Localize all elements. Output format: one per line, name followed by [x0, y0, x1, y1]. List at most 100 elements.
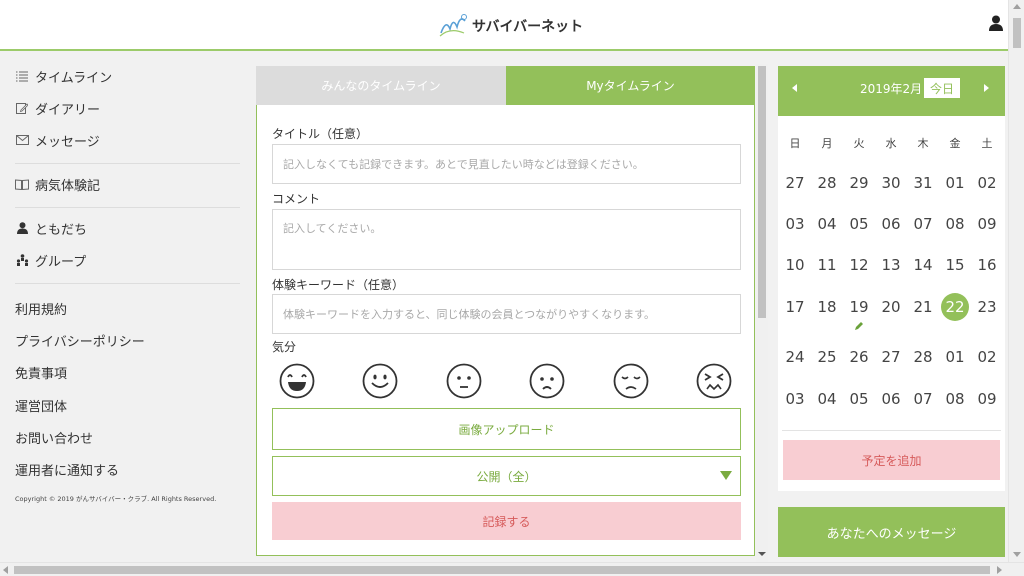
calendar-day[interactable]: 06	[875, 384, 907, 414]
calendar-day-number: 02	[977, 174, 997, 192]
scrollbar-thumb[interactable]	[758, 66, 766, 318]
page-horizontal-scrollbar[interactable]	[0, 562, 1024, 576]
distressed-face-icon[interactable]	[696, 363, 732, 399]
calendar-day[interactable]: 19	[843, 292, 875, 322]
calendar-day-number: 29	[849, 174, 869, 192]
site-logo[interactable]: サバイバーネット	[438, 12, 583, 40]
calendar-day[interactable]: 27	[875, 342, 907, 372]
scroll-right-arrow-icon[interactable]	[997, 566, 1002, 574]
messages-for-you-button[interactable]: あなたへのメッセージ	[778, 507, 1005, 557]
calendar-day-number: 30	[881, 174, 901, 192]
calendar-day[interactable]: 15	[939, 250, 971, 280]
calendar-day[interactable]: 07	[907, 209, 939, 239]
sad-face-icon[interactable]	[529, 363, 565, 399]
calendar-day[interactable]: 27	[779, 168, 811, 198]
calendar-day[interactable]: 13	[875, 250, 907, 280]
prev-month-icon[interactable]	[792, 84, 797, 92]
calendar-day[interactable]: 29	[843, 168, 875, 198]
page-vertical-scrollbar[interactable]	[1008, 0, 1024, 562]
calendar-day[interactable]: 09	[971, 209, 1003, 239]
submit-record-button[interactable]: 記録する	[272, 502, 741, 540]
calendar-day[interactable]: 04	[811, 384, 843, 414]
neutral-face-icon[interactable]	[446, 363, 482, 399]
calendar-day[interactable]: 18	[811, 292, 843, 322]
calendar-day[interactable]: 08	[939, 209, 971, 239]
sidebar-item-friends[interactable]: ともだち	[15, 217, 87, 239]
calendar-day[interactable]: 03	[779, 209, 811, 239]
calendar-day[interactable]: 01	[939, 342, 971, 372]
calendar-day[interactable]: 02	[971, 342, 1003, 372]
calendar-day-number: 14	[913, 256, 933, 274]
calendar-day-number: 17	[785, 298, 805, 316]
calendar-day[interactable]: 21	[907, 292, 939, 322]
calendar-day[interactable]: 02	[971, 168, 1003, 198]
calendar-day[interactable]: 04	[811, 209, 843, 239]
calendar-day[interactable]: 07	[907, 384, 939, 414]
calendar-day[interactable]: 16	[971, 250, 1003, 280]
visibility-select[interactable]: 公開（全）	[272, 456, 741, 496]
center-scrollbar[interactable]	[756, 64, 768, 562]
sidebar-link-disclaimer[interactable]: 免責事項	[15, 361, 67, 383]
sidebar-link-operator[interactable]: 運営団体	[15, 394, 67, 416]
calendar-day[interactable]: 05	[843, 209, 875, 239]
calendar-day[interactable]: 28	[811, 168, 843, 198]
scroll-left-arrow-icon[interactable]	[3, 566, 8, 574]
sidebar-item-timeline[interactable]: タイムライン	[15, 65, 112, 87]
calendar-day[interactable]: 06	[875, 209, 907, 239]
calendar-day[interactable]: 20	[875, 292, 907, 322]
calendar-day[interactable]: 09	[971, 384, 1003, 414]
sidebar-divider	[15, 207, 240, 208]
keyword-input[interactable]	[272, 294, 741, 334]
calendar-day-number: 19	[849, 298, 869, 316]
scroll-down-arrow-icon[interactable]	[1013, 552, 1021, 557]
comment-textarea[interactable]	[272, 209, 741, 270]
next-month-icon[interactable]	[984, 84, 989, 92]
calendar-day[interactable]: 10	[779, 250, 811, 280]
weekday-header: 水	[885, 137, 897, 150]
very-happy-face-icon[interactable]	[279, 363, 315, 399]
sidebar-link-report[interactable]: 運用者に通知する	[15, 458, 119, 480]
calendar-day-number: 28	[913, 348, 933, 366]
sidebar-link-terms[interactable]: 利用規約	[15, 297, 67, 319]
title-label: タイトル（任意）	[272, 127, 369, 141]
calendar-day[interactable]: 31	[907, 168, 939, 198]
today-button[interactable]: 今日	[924, 78, 960, 98]
calendar-day[interactable]: 26	[843, 342, 875, 372]
calendar-day-number: 16	[977, 256, 997, 274]
sidebar-item-groups[interactable]: グループ	[15, 249, 86, 271]
calendar-day[interactable]: 01	[939, 168, 971, 198]
calendar-day[interactable]: 11	[811, 250, 843, 280]
image-upload-button[interactable]: 画像アップロード	[272, 408, 741, 450]
calendar-day[interactable]: 23	[971, 292, 1003, 322]
scrollbar-thumb[interactable]	[14, 566, 990, 574]
scroll-down-arrow-icon[interactable]	[758, 552, 766, 556]
calendar-day[interactable]: 08	[939, 384, 971, 414]
calendar-day[interactable]: 22	[939, 292, 971, 322]
calendar-day[interactable]: 14	[907, 250, 939, 280]
sidebar-link-contact[interactable]: お問い合わせ	[15, 426, 93, 448]
calendar-day[interactable]: 03	[779, 384, 811, 414]
title-input[interactable]	[272, 144, 741, 184]
visibility-value: 公開（全）	[476, 469, 537, 484]
scroll-up-arrow-icon[interactable]	[1013, 4, 1021, 9]
sidebar-item-diary[interactable]: ダイアリー	[15, 97, 100, 119]
calendar-day[interactable]: 17	[779, 292, 811, 322]
happy-face-icon[interactable]	[362, 363, 398, 399]
tab-my-timeline[interactable]: Myタイムライン	[506, 66, 755, 105]
tired-face-icon[interactable]	[613, 363, 649, 399]
book-icon	[15, 177, 29, 191]
calendar-day[interactable]: 28	[907, 342, 939, 372]
calendar-day[interactable]: 30	[875, 168, 907, 198]
calendar-day[interactable]: 12	[843, 250, 875, 280]
calendar-day[interactable]: 05	[843, 384, 875, 414]
calendar-day-number: 05	[849, 215, 869, 233]
sidebar-item-illness-story[interactable]: 病気体験記	[15, 173, 100, 195]
calendar-day[interactable]: 25	[811, 342, 843, 372]
scrollbar-thumb[interactable]	[1013, 18, 1021, 48]
tab-everyone-timeline[interactable]: みんなのタイムライン	[256, 66, 506, 105]
sidebar-item-message[interactable]: メッセージ	[15, 129, 100, 151]
user-icon[interactable]	[989, 15, 1003, 31]
add-schedule-button[interactable]: 予定を追加	[783, 440, 1000, 480]
calendar-day[interactable]: 24	[779, 342, 811, 372]
sidebar-link-privacy[interactable]: プライバシーポリシー	[15, 329, 145, 351]
